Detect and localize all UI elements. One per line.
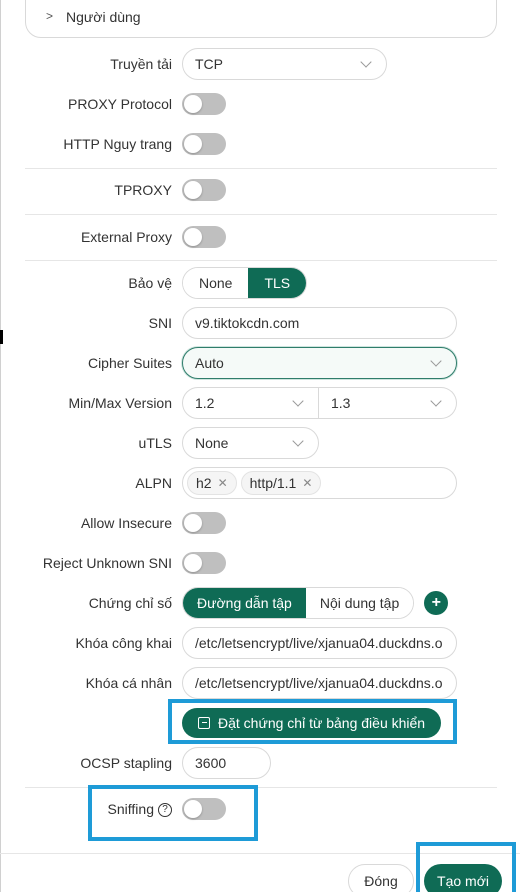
private-key-label: Khóa cá nhân bbox=[85, 675, 172, 691]
min-max-version-label: Min/Max Version bbox=[68, 395, 172, 411]
min-version-select[interactable]: 1.2 bbox=[182, 387, 319, 419]
cipher-suites-value: Auto bbox=[195, 355, 224, 371]
certificate-segmented: Đường dẫn tập Nội dung tập bbox=[182, 587, 415, 619]
external-proxy-label: External Proxy bbox=[80, 229, 172, 245]
close-icon[interactable]: ✕ bbox=[302, 476, 312, 490]
private-key-input[interactable]: /etc/letsencrypt/live/xjanua04.duckdns.o bbox=[182, 667, 457, 699]
max-version-select[interactable]: 1.3 bbox=[319, 387, 457, 419]
alpn-tag: http/1.1 ✕ bbox=[240, 471, 322, 495]
divider bbox=[25, 168, 497, 169]
public-key-row: Khóa công khai /etc/letsencrypt/live/xja… bbox=[0, 625, 520, 661]
allow-insecure-toggle[interactable] bbox=[182, 512, 226, 534]
ocsp-row: OCSP stapling 3600 bbox=[0, 745, 520, 781]
external-proxy-toggle[interactable] bbox=[182, 226, 226, 248]
certificate-option-path[interactable]: Đường dẫn tập bbox=[183, 588, 306, 618]
chevron-down-icon bbox=[430, 355, 442, 367]
reject-unknown-sni-row: Reject Unknown SNI bbox=[0, 545, 520, 581]
tproxy-toggle[interactable] bbox=[182, 179, 226, 201]
allow-insecure-label: Allow Insecure bbox=[80, 515, 172, 531]
chevron-down-icon bbox=[430, 395, 442, 407]
alpn-label: ALPN bbox=[135, 475, 172, 491]
sni-input[interactable]: v9.tiktokcdn.com bbox=[182, 307, 457, 339]
chevron-right-icon: > bbox=[46, 9, 54, 23]
http-camouflage-row: HTTP Nguy trang bbox=[0, 126, 520, 162]
allow-insecure-row: Allow Insecure bbox=[0, 505, 520, 541]
divider bbox=[25, 214, 497, 215]
users-panel[interactable]: > Người dùng bbox=[25, 0, 497, 38]
sni-label: SNI bbox=[148, 315, 172, 331]
ocsp-input[interactable]: 3600 bbox=[182, 747, 271, 779]
external-proxy-row: External Proxy bbox=[0, 219, 520, 255]
max-version-value: 1.3 bbox=[331, 395, 351, 411]
proxy-protocol-toggle[interactable] bbox=[182, 93, 226, 115]
highlight-box bbox=[88, 785, 258, 841]
alpn-multiselect[interactable]: h2 ✕ http/1.1 ✕ bbox=[182, 467, 457, 499]
private-key-row: Khóa cá nhân /etc/letsencrypt/live/xjanu… bbox=[0, 665, 520, 701]
transport-label: Truyền tải bbox=[110, 56, 172, 72]
highlight-box bbox=[168, 699, 457, 744]
chevron-down-icon bbox=[292, 395, 304, 407]
transport-row: Truyền tải TCP bbox=[0, 46, 520, 82]
ocsp-label: OCSP stapling bbox=[80, 755, 172, 771]
chevron-down-icon bbox=[292, 435, 304, 447]
min-version-value: 1.2 bbox=[195, 395, 215, 411]
cipher-suites-label: Cipher Suites bbox=[87, 355, 172, 371]
alpn-tag-label: h2 bbox=[196, 475, 212, 491]
close-button[interactable]: Đóng bbox=[348, 864, 414, 892]
add-certificate-button[interactable]: + bbox=[424, 591, 449, 615]
proxy-protocol-row: PROXY Protocol bbox=[0, 86, 520, 122]
utls-label: uTLS bbox=[138, 435, 172, 451]
http-camouflage-toggle[interactable] bbox=[182, 133, 226, 155]
highlight-box bbox=[416, 842, 516, 892]
utls-value: None bbox=[195, 435, 229, 451]
alpn-tag-label: http/1.1 bbox=[249, 475, 297, 491]
transport-select[interactable]: TCP bbox=[182, 48, 387, 80]
security-label: Bảo vệ bbox=[128, 275, 172, 291]
alpn-tag: h2 ✕ bbox=[187, 471, 237, 495]
transport-value: TCP bbox=[195, 56, 223, 72]
users-panel-label: Người dùng bbox=[66, 9, 141, 25]
alpn-row: ALPN h2 ✕ http/1.1 ✕ bbox=[0, 465, 520, 501]
public-key-input[interactable]: /etc/letsencrypt/live/xjanua04.duckdns.o bbox=[182, 627, 457, 659]
proxy-protocol-label: PROXY Protocol bbox=[67, 96, 172, 112]
tproxy-row: TPROXY bbox=[0, 172, 520, 208]
http-camouflage-label: HTTP Nguy trang bbox=[63, 136, 172, 152]
reject-unknown-sni-label: Reject Unknown SNI bbox=[42, 555, 172, 571]
cipher-suites-select[interactable]: Auto bbox=[182, 347, 457, 379]
divider bbox=[25, 260, 497, 261]
certificate-row: Chứng chỉ số Đường dẫn tập Nội dung tập … bbox=[0, 585, 520, 621]
chevron-down-icon bbox=[360, 56, 372, 68]
security-option-none[interactable]: None bbox=[183, 268, 249, 298]
security-segmented: None TLS bbox=[182, 267, 308, 299]
public-key-label: Khóa công khai bbox=[75, 635, 172, 651]
utls-select[interactable]: None bbox=[182, 427, 319, 459]
sni-row: SNI v9.tiktokcdn.com bbox=[0, 305, 520, 341]
certificate-option-content[interactable]: Nội dung tập bbox=[305, 588, 414, 618]
security-row: Bảo vệ None TLS bbox=[0, 265, 520, 301]
sniffing-row: Sniffing? bbox=[0, 791, 520, 827]
cipher-suites-row: Cipher Suites Auto bbox=[0, 345, 520, 381]
security-option-tls[interactable]: TLS bbox=[248, 268, 307, 298]
close-icon[interactable]: ✕ bbox=[218, 476, 228, 490]
min-max-version-row: Min/Max Version 1.2 1.3 bbox=[0, 385, 520, 421]
certificate-label: Chứng chỉ số bbox=[88, 595, 172, 611]
tproxy-label: TPROXY bbox=[114, 182, 172, 198]
utls-row: uTLS None bbox=[0, 425, 520, 461]
reject-unknown-sni-toggle[interactable] bbox=[182, 552, 226, 574]
